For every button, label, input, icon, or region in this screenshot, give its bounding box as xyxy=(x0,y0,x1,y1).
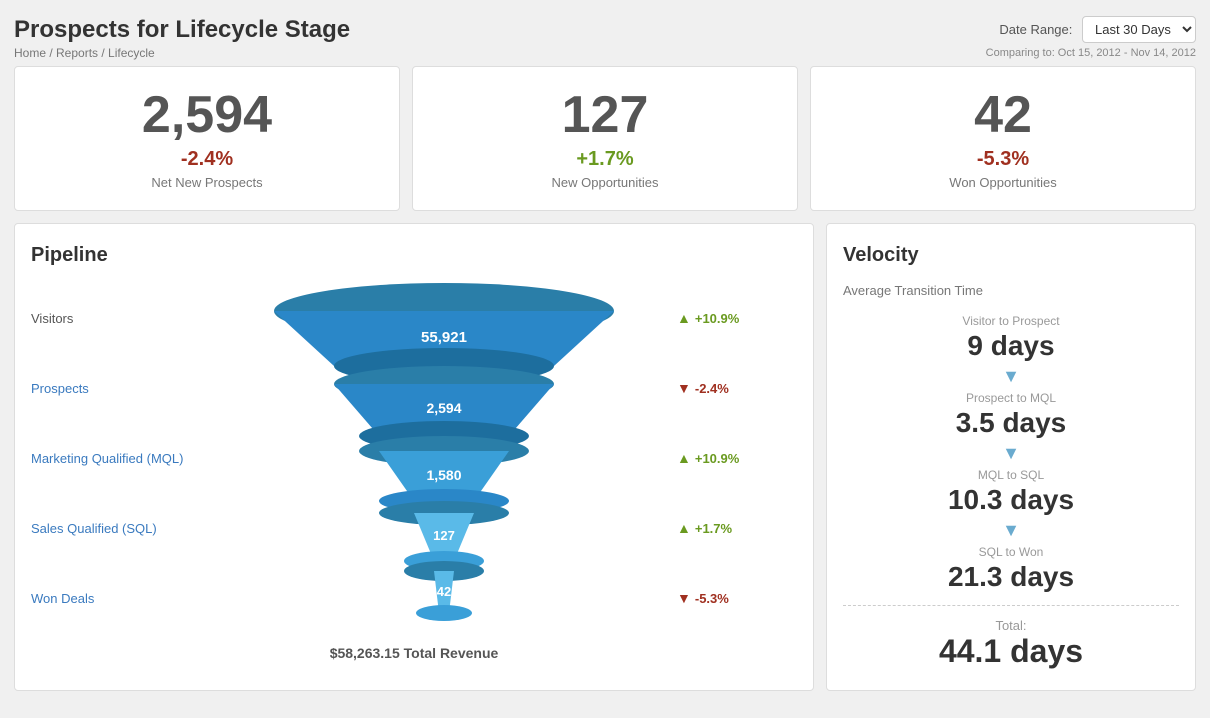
velocity-card: Velocity Average Transition Time Visitor… xyxy=(826,223,1196,691)
funnel-labels-left: Visitors Prospects Marketing Qualified (… xyxy=(31,283,211,633)
funnel-area: Visitors Prospects Marketing Qualified (… xyxy=(31,283,797,633)
velocity-item-1: Prospect to MQL 3.5 days xyxy=(843,391,1179,439)
date-range-select[interactable]: Last 30 Days Last 7 Days Last 90 Days Th… xyxy=(1082,16,1196,43)
funnel-label-prospects: Prospects xyxy=(31,353,211,423)
visitors-metric: +10.9% xyxy=(695,311,739,326)
mql-link[interactable]: Marketing Qualified (MQL) xyxy=(31,451,183,466)
velocity-days-1: 3.5 days xyxy=(843,407,1179,439)
velocity-days-2: 10.3 days xyxy=(843,484,1179,516)
velocity-items: Visitor to Prospect 9 days ▼ Prospect to… xyxy=(843,314,1179,670)
date-range-control: Date Range: Last 30 Days Last 7 Days Las… xyxy=(986,16,1196,43)
velocity-item-0: Visitor to Prospect 9 days xyxy=(843,314,1179,362)
summary-row: 2,594 -2.4% Net New Prospects 127 +1.7% … xyxy=(14,66,1196,211)
new-opportunities-number: 127 xyxy=(429,87,781,144)
velocity-label-3: SQL to Won xyxy=(843,545,1179,559)
svg-text:1,580: 1,580 xyxy=(426,467,461,483)
breadcrumb: Home / Reports / Lifecycle xyxy=(14,46,350,60)
new-opportunities-change: +1.7% xyxy=(429,148,781,171)
sql-link[interactable]: Sales Qualified (SQL) xyxy=(31,521,157,536)
comparing-text: Comparing to: Oct 15, 2012 - Nov 14, 201… xyxy=(986,47,1196,59)
won-opportunities-label: Won Opportunities xyxy=(827,175,1179,190)
velocity-arrow-1-icon: ▼ xyxy=(1002,443,1020,464)
velocity-total-days: 44.1 days xyxy=(939,633,1083,670)
page-wrapper: Prospects for Lifecycle Stage Home / Rep… xyxy=(0,0,1210,718)
velocity-subtitle: Average Transition Time xyxy=(843,283,1179,298)
mql-arrow-icon: ▲ xyxy=(677,450,691,466)
date-range-section: Date Range: Last 30 Days Last 7 Days Las… xyxy=(986,16,1196,59)
won-deals-arrow-icon: ▼ xyxy=(677,590,691,606)
page-title: Prospects for Lifecycle Stage xyxy=(14,16,350,44)
funnel-metric-mql: ▲ +10.9% xyxy=(677,423,797,493)
net-new-prospects-number: 2,594 xyxy=(31,87,383,144)
funnel-metric-prospects: ▼ -2.4% xyxy=(677,353,797,423)
funnel-label-mql: Marketing Qualified (MQL) xyxy=(31,423,211,493)
funnel-label-won-deals: Won Deals xyxy=(31,563,211,633)
funnel-label-sql: Sales Qualified (SQL) xyxy=(31,493,211,563)
won-deals-metric: -5.3% xyxy=(695,591,729,606)
velocity-total-label: Total: xyxy=(995,618,1026,633)
velocity-item-2: MQL to SQL 10.3 days xyxy=(843,468,1179,516)
funnel-svg-container: 55,921 2,594 1,580 xyxy=(211,283,677,633)
velocity-divider xyxy=(843,605,1179,606)
main-row: Pipeline Visitors Prospects Marketing Qu… xyxy=(14,223,1196,691)
pipeline-card: Pipeline Visitors Prospects Marketing Qu… xyxy=(14,223,814,691)
sql-arrow-icon: ▲ xyxy=(677,520,691,536)
funnel-label-visitors: Visitors xyxy=(31,283,211,353)
mql-metric: +10.9% xyxy=(695,451,739,466)
funnel-metric-sql: ▲ +1.7% xyxy=(677,493,797,563)
pipeline-title: Pipeline xyxy=(31,244,797,267)
won-opportunities-number: 42 xyxy=(827,87,1179,144)
new-opportunities-label: New Opportunities xyxy=(429,175,781,190)
velocity-item-3: SQL to Won 21.3 days xyxy=(843,545,1179,593)
velocity-label-2: MQL to SQL xyxy=(843,468,1179,482)
svg-text:127: 127 xyxy=(433,528,455,543)
sql-metric: +1.7% xyxy=(695,521,732,536)
velocity-days-0: 9 days xyxy=(843,330,1179,362)
svg-text:2,594: 2,594 xyxy=(426,400,461,416)
date-range-label: Date Range: xyxy=(999,22,1072,37)
header-left: Prospects for Lifecycle Stage Home / Rep… xyxy=(14,16,350,60)
velocity-days-3: 21.3 days xyxy=(843,561,1179,593)
funnel-metric-visitors: ▲ +10.9% xyxy=(677,283,797,353)
net-new-prospects-change: -2.4% xyxy=(31,148,383,171)
page-header: Prospects for Lifecycle Stage Home / Rep… xyxy=(14,16,1196,60)
visitors-arrow-icon: ▲ xyxy=(677,310,691,326)
summary-card-won-opportunities: 42 -5.3% Won Opportunities xyxy=(810,66,1196,211)
velocity-label-0: Visitor to Prospect xyxy=(843,314,1179,328)
summary-card-new-opportunities: 127 +1.7% New Opportunities xyxy=(412,66,798,211)
svg-text:42: 42 xyxy=(437,584,451,599)
velocity-arrow-0-icon: ▼ xyxy=(1002,366,1020,387)
funnel-metrics-right: ▲ +10.9% ▼ -2.4% ▲ +10.9% ▲ +1.7% xyxy=(677,283,797,633)
won-opportunities-change: -5.3% xyxy=(827,148,1179,171)
velocity-title: Velocity xyxy=(843,244,1179,267)
svg-text:55,921: 55,921 xyxy=(421,329,467,346)
velocity-arrow-2-icon: ▼ xyxy=(1002,520,1020,541)
won-deals-link[interactable]: Won Deals xyxy=(31,591,94,606)
prospects-link[interactable]: Prospects xyxy=(31,381,89,396)
prospects-metric: -2.4% xyxy=(695,381,729,396)
velocity-label-1: Prospect to MQL xyxy=(843,391,1179,405)
total-revenue: $58,263.15 Total Revenue xyxy=(31,645,797,661)
funnel-metric-won-deals: ▼ -5.3% xyxy=(677,563,797,633)
funnel-svg: 55,921 2,594 1,580 xyxy=(264,283,624,633)
prospects-arrow-icon: ▼ xyxy=(677,380,691,396)
summary-card-net-new-prospects: 2,594 -2.4% Net New Prospects xyxy=(14,66,400,211)
net-new-prospects-label: Net New Prospects xyxy=(31,175,383,190)
